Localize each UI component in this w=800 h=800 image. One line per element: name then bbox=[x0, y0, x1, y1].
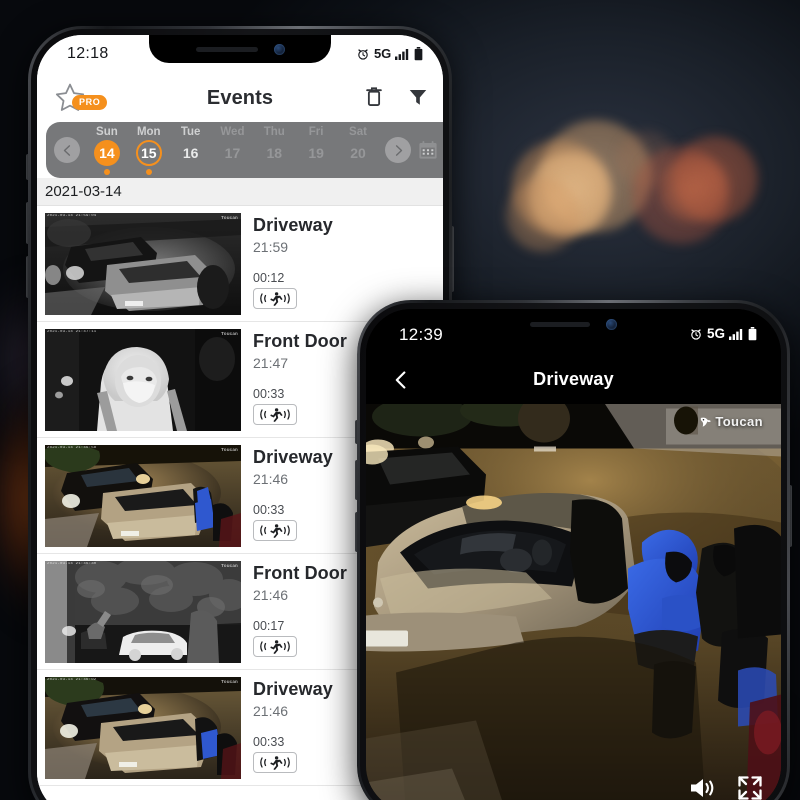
alarm-clock-icon bbox=[691, 328, 701, 340]
day-number: 14 bbox=[93, 140, 120, 166]
motion-detected-icon bbox=[253, 287, 297, 309]
event-duration: 00:33 bbox=[253, 734, 285, 749]
motion-detected-icon bbox=[253, 403, 297, 425]
event-time: 21:59 bbox=[253, 238, 289, 255]
calendar-icon bbox=[419, 141, 437, 159]
thumb-watermark: Toucan bbox=[221, 330, 238, 336]
thumb-timestamp: 2021-03-14 21:46:30 bbox=[47, 561, 97, 566]
event-duration: 00:17 bbox=[253, 618, 285, 633]
network-label: 5G bbox=[706, 326, 725, 341]
thumb-watermark: Toucan bbox=[221, 214, 238, 220]
front-camera-icon bbox=[273, 43, 285, 55]
network-label: 5G bbox=[374, 46, 391, 61]
day-number: 20 bbox=[350, 145, 366, 161]
event-thumbnail[interactable]: 2021-03-14 21:46:02 Toucan bbox=[45, 676, 241, 779]
day-cell-14[interactable]: Sun 14 bbox=[90, 125, 124, 175]
day-list: Sun 14 Mon 15 Tue 16 Wed 17 Thu 18 Fri 1… bbox=[80, 125, 385, 175]
event-duration: 00:12 bbox=[253, 270, 285, 285]
phone-player: 12:39 5G Driveway Toucan bbox=[355, 300, 792, 800]
video-player[interactable]: Toucan bbox=[366, 404, 781, 800]
event-duration: 00:33 bbox=[253, 386, 285, 401]
date-selector-bar: Sun 14 Mon 15 Tue 16 Wed 17 Thu 18 Fri 1… bbox=[46, 122, 443, 178]
day-cell-16[interactable]: Tue 16 bbox=[174, 125, 208, 166]
earpiece-speaker-icon bbox=[530, 321, 590, 327]
day-event-dot bbox=[103, 169, 110, 175]
day-label: Tue bbox=[180, 126, 201, 138]
day-label: Sun bbox=[96, 126, 118, 138]
video-watermark-label: Toucan bbox=[715, 414, 763, 429]
thumb-timestamp: 2021-03-14 21:59:04 bbox=[47, 213, 97, 218]
day-label: Mon bbox=[136, 126, 161, 138]
phone1-nav-bar: PRO Events bbox=[37, 75, 443, 122]
thumb-watermark: Toucan bbox=[221, 678, 238, 684]
fullscreen-icon[interactable] bbox=[737, 775, 763, 800]
phone1-notch bbox=[149, 35, 331, 63]
thumb-timestamp: 2021-03-14 21:46:02 bbox=[47, 677, 97, 682]
day-cell-19[interactable]: Fri 19 bbox=[299, 125, 333, 166]
day-cell-20[interactable]: Sat 20 bbox=[341, 125, 375, 166]
day-cell-15[interactable]: Mon 15 bbox=[132, 125, 166, 175]
day-number: 16 bbox=[182, 145, 199, 161]
event-thumbnail[interactable]: 2021-03-14 21:46:58 Toucan bbox=[45, 444, 241, 547]
phone2-notch bbox=[480, 309, 667, 339]
motion-detected-icon bbox=[253, 751, 297, 773]
battery-icon bbox=[414, 46, 423, 60]
event-camera-name: Driveway bbox=[253, 214, 333, 235]
event-thumbnail[interactable]: 2021-03-14 21:59:04 Toucan bbox=[45, 212, 241, 315]
battery-icon bbox=[748, 326, 757, 340]
section-date-header: 2021-03-14 bbox=[37, 178, 443, 206]
signal-bars-icon bbox=[729, 328, 743, 340]
day-number: 17 bbox=[224, 145, 241, 161]
day-event-dot bbox=[145, 169, 152, 175]
next-week-button[interactable] bbox=[385, 137, 411, 163]
event-thumbnail[interactable]: 2021-03-14 21:47:11 Toucan bbox=[45, 328, 241, 431]
screenshot-stage: 12:18 5G PRO Events Sun 14 Mon 15 Tue 16… bbox=[0, 0, 800, 800]
page-title: Driveway bbox=[533, 369, 614, 389]
day-number: 15 bbox=[135, 140, 162, 166]
status-indicators: 5G bbox=[689, 326, 757, 341]
front-camera-icon bbox=[606, 318, 617, 330]
earpiece-speaker-icon bbox=[195, 46, 258, 52]
toucan-logo-icon bbox=[701, 417, 712, 427]
filter-icon[interactable] bbox=[407, 85, 429, 109]
thumb-watermark: Toucan bbox=[221, 446, 238, 452]
day-number: 18 bbox=[266, 145, 283, 161]
event-duration: 00:33 bbox=[253, 502, 285, 517]
alarm-clock-icon bbox=[358, 48, 368, 60]
calendar-button[interactable] bbox=[411, 139, 443, 161]
day-number: 19 bbox=[308, 145, 324, 161]
video-frame bbox=[366, 404, 781, 800]
signal-bars-icon bbox=[395, 48, 409, 60]
status-time: 12:18 bbox=[67, 45, 109, 62]
day-cell-17[interactable]: Wed 17 bbox=[215, 125, 249, 166]
day-label: Thu bbox=[263, 126, 285, 138]
phone2-nav-bar: Driveway bbox=[366, 357, 781, 404]
video-watermark: Toucan bbox=[698, 414, 763, 429]
prev-week-button[interactable] bbox=[54, 137, 80, 163]
phone2-screen: 12:39 5G Driveway Toucan bbox=[366, 309, 781, 800]
motion-detected-icon bbox=[253, 635, 297, 657]
thumb-timestamp: 2021-03-14 21:47:11 bbox=[47, 329, 97, 334]
motion-detected-icon bbox=[253, 519, 297, 541]
phone2-bezel: 12:39 5G Driveway Toucan bbox=[366, 309, 781, 800]
day-label: Fri bbox=[308, 126, 324, 138]
player-controls bbox=[689, 775, 763, 800]
status-indicators: 5G bbox=[356, 46, 423, 61]
day-cell-18[interactable]: Thu 18 bbox=[257, 125, 291, 166]
event-thumbnail[interactable]: 2021-03-14 21:46:30 Toucan bbox=[45, 560, 241, 663]
day-label: Sat bbox=[349, 126, 367, 138]
volume-icon[interactable] bbox=[689, 776, 715, 800]
status-time: 12:39 bbox=[399, 325, 444, 344]
trash-icon[interactable] bbox=[363, 84, 385, 110]
thumb-timestamp: 2021-03-14 21:46:58 bbox=[47, 445, 97, 450]
day-label: Wed bbox=[220, 126, 245, 138]
nav-action-group bbox=[363, 84, 429, 110]
thumb-watermark: Toucan bbox=[221, 562, 238, 568]
